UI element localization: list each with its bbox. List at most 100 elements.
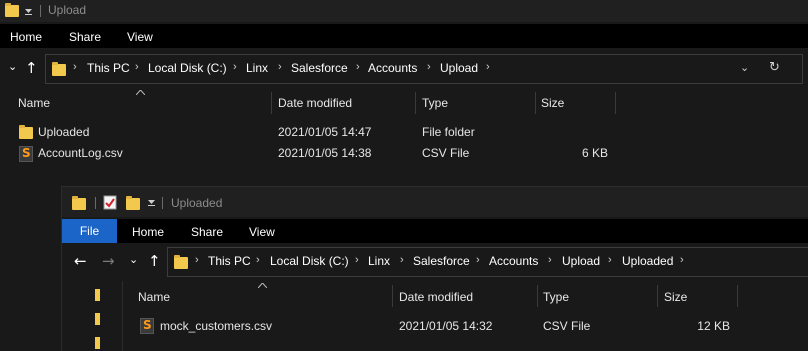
csv-file-icon: S [19,146,33,162]
column-divider[interactable] [392,285,393,307]
column-divider[interactable] [737,285,738,307]
table-row[interactable]: S AccountLog.csv 2021/01/05 14:38 CSV Fi… [0,143,808,163]
window-title: Upload [48,3,87,17]
navigation-pane [62,281,123,351]
breadcrumb-this-pc[interactable]: This PC [208,254,251,268]
breadcrumb-local-disk[interactable]: Local Disk (C:) [270,254,349,268]
breadcrumb-separator: › [400,254,404,266]
up-arrow-icon[interactable]: ↑ [25,59,38,77]
title-bar: Upload [0,0,808,22]
address-bar[interactable]: › This PC › Local Disk (C:) › Linx › Sal… [167,247,808,277]
column-header-row: Name Date modified Type Size [123,281,808,311]
table-row[interactable]: Uploaded 2021/01/05 14:47 File folder [0,122,808,142]
breadcrumb-local-disk[interactable]: Local Disk (C:) [148,61,227,75]
recent-locations-icon[interactable]: ⌄ [129,253,138,266]
column-size[interactable]: Size [541,96,564,110]
breadcrumb-separator: › [608,254,612,266]
window-title: Uploaded [171,196,223,210]
breadcrumb-accounts[interactable]: Accounts [368,61,417,75]
title-separator [40,5,41,17]
column-divider[interactable] [615,92,616,114]
breadcrumb-separator: › [476,254,480,266]
breadcrumb-this-pc[interactable]: This PC [87,61,130,75]
column-date-modified[interactable]: Date modified [278,96,352,110]
title-bar: Uploaded [62,187,808,217]
quick-access-dropdown-icon[interactable] [25,9,32,15]
forward-arrow-icon[interactable]: → [102,252,115,270]
up-arrow-icon[interactable]: ↑ [148,252,161,270]
navigation-bar: ← → ⌄ ↑ › This PC › Local Disk (C:) › Li… [62,245,808,279]
breadcrumb-salesforce[interactable]: Salesforce [413,254,470,268]
breadcrumb-linx[interactable]: Linx [368,254,390,268]
breadcrumb-separator: › [427,61,431,73]
recent-locations-icon[interactable]: ⌄ [8,60,17,73]
column-type[interactable]: Type [422,96,448,110]
title-separator [95,197,96,209]
breadcrumb-separator: › [233,61,237,73]
column-name[interactable]: Name [18,96,50,110]
breadcrumb-separator: › [135,61,139,73]
address-history-dropdown-icon[interactable]: ⌄ [740,61,749,74]
breadcrumb-separator: › [195,254,199,266]
column-divider[interactable] [537,285,538,307]
sort-ascending-icon [258,283,267,288]
explorer-window-uploaded: Uploaded File Home Share View ← → ⌄ ↑ › … [61,186,808,351]
sort-ascending-icon [136,90,145,95]
table-row[interactable]: S mock_customers.csv 2021/01/05 14:32 CS… [123,316,808,336]
pinned-folder-icon[interactable] [95,313,100,325]
column-divider[interactable] [657,285,658,307]
title-separator [162,197,163,209]
folder-icon [19,125,33,139]
column-size[interactable]: Size [664,290,687,304]
breadcrumb-separator: › [355,254,359,266]
column-divider[interactable] [271,92,272,114]
breadcrumb-separator: › [548,254,552,266]
address-bar[interactable]: › This PC › Local Disk (C:) › Linx › Sal… [45,54,803,84]
breadcrumb-separator: › [278,61,282,73]
file-name: Uploaded [38,125,90,139]
breadcrumb-separator: › [73,61,77,73]
breadcrumb-upload[interactable]: Upload [440,61,478,75]
column-name[interactable]: Name [138,290,170,304]
csv-file-icon: S [140,318,154,334]
file-name: mock_customers.csv [160,319,273,333]
file-type: CSV File [543,319,591,333]
properties-icon[interactable] [103,195,117,210]
quick-access-dropdown-icon[interactable] [148,200,155,206]
ribbon-tabs: File Home Share View [62,219,808,243]
column-header-row: Name Date modified Type Size [0,88,808,118]
breadcrumb-linx[interactable]: Linx [246,61,268,75]
pinned-folder-icon[interactable] [95,289,100,301]
file-type: File folder [422,125,475,139]
tab-share[interactable]: Share [191,225,223,239]
file-size: 6 KB [581,146,608,160]
column-divider[interactable] [415,92,416,114]
file-date: 2021/01/05 14:47 [278,125,372,139]
file-type: CSV File [422,146,470,160]
tab-view[interactable]: View [249,225,275,239]
tab-home[interactable]: Home [132,225,164,239]
tab-file[interactable]: File [62,219,117,243]
file-date: 2021/01/05 14:38 [278,146,372,160]
pinned-folder-icon[interactable] [95,337,100,349]
ribbon-tabs: Home Share View [0,24,808,48]
breadcrumb-upload[interactable]: Upload [562,254,600,268]
folder-icon [5,3,19,17]
address-folder-icon [52,62,66,76]
breadcrumb-separator: › [356,61,360,73]
column-divider[interactable] [535,92,536,114]
breadcrumb-uploaded[interactable]: Uploaded [622,254,673,268]
breadcrumb-salesforce[interactable]: Salesforce [291,61,348,75]
tab-share[interactable]: Share [69,30,101,44]
breadcrumb-separator: › [486,61,490,73]
back-arrow-icon[interactable]: ← [74,252,87,270]
tab-home[interactable]: Home [10,30,42,44]
column-date-modified[interactable]: Date modified [399,290,473,304]
refresh-icon[interactable]: ↻ [769,60,780,75]
folder-icon [72,196,86,210]
column-type[interactable]: Type [543,290,569,304]
tab-view[interactable]: View [127,30,153,44]
breadcrumb-accounts[interactable]: Accounts [489,254,538,268]
new-folder-icon[interactable] [126,196,140,210]
file-name: AccountLog.csv [38,146,123,160]
